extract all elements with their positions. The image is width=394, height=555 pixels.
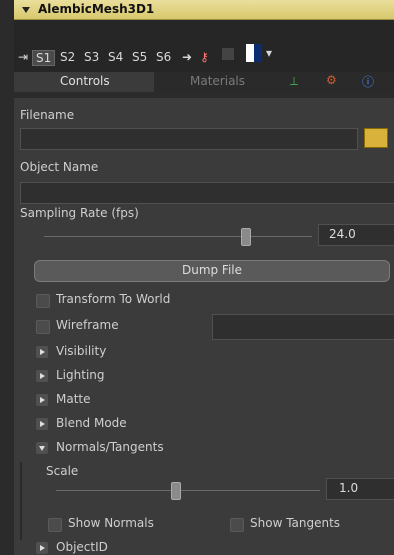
objectid-expand-icon[interactable] — [36, 542, 48, 554]
show-tangents-checkbox[interactable] — [230, 518, 244, 532]
sampling-rate-slider-track[interactable] — [44, 236, 312, 237]
slot-s3[interactable]: S3 — [84, 50, 99, 64]
sampling-rate-label: Sampling Rate (fps) — [20, 206, 139, 220]
normals-tangents-section[interactable]: Normals/Tangents — [56, 440, 164, 454]
slot-s1[interactable]: S1 — [32, 50, 56, 66]
normals-tangents-collapse-icon[interactable] — [36, 442, 48, 454]
tab-info[interactable]: ⓘ — [350, 72, 394, 92]
slot-s2[interactable]: S2 — [60, 50, 75, 64]
sampling-rate-value: 24.0 — [329, 227, 356, 241]
lighting-section[interactable]: Lighting — [56, 368, 105, 382]
dropdown-arrow-icon[interactable]: ▾ — [266, 46, 272, 60]
blend-mode-section[interactable]: Blend Mode — [56, 416, 127, 430]
arrow-icon[interactable]: ➜ — [182, 50, 192, 64]
visibility-expand-icon[interactable] — [36, 346, 48, 358]
tab-controls-label: Controls — [60, 74, 110, 88]
slot-s4[interactable]: S4 — [108, 50, 123, 64]
tab-materials-label: Materials — [190, 74, 246, 88]
sampling-rate-slider-thumb[interactable] — [241, 228, 251, 246]
pin-icon[interactable]: ⇥ — [18, 50, 28, 64]
transform-to-world-label: Transform To World — [56, 292, 171, 306]
matte-expand-icon[interactable] — [36, 394, 48, 406]
scale-slider-track[interactable] — [56, 490, 320, 491]
tab-materials[interactable]: Materials — [154, 72, 278, 92]
show-normals-label: Show Normals — [68, 516, 154, 530]
slot-s5[interactable]: S5 — [132, 50, 147, 64]
object-name-field[interactable] — [20, 182, 394, 204]
dump-file-button[interactable]: Dump File — [34, 260, 390, 282]
info-icon: ⓘ — [362, 75, 375, 89]
collapse-triangle-icon[interactable] — [22, 7, 30, 13]
key-icon[interactable]: ⚷ — [200, 50, 209, 64]
show-tangents-label: Show Tangents — [250, 516, 341, 530]
gear-icon: ⚙ — [326, 73, 337, 87]
transform-to-world-checkbox[interactable] — [36, 294, 50, 308]
scale-label: Scale — [46, 464, 79, 478]
dump-file-label: Dump File — [181, 263, 243, 277]
section-group-bar — [20, 462, 22, 540]
matte-section[interactable]: Matte — [56, 392, 91, 406]
gray-block-icon[interactable] — [222, 48, 234, 60]
lighting-expand-icon[interactable] — [36, 370, 48, 382]
tab-settings[interactable]: ⚙ — [314, 72, 350, 92]
tab-transform[interactable]: ⟂ — [278, 72, 314, 92]
folder-icon[interactable] — [364, 128, 388, 148]
objectid-section[interactable]: ObjectID — [56, 540, 108, 554]
scale-slider-thumb[interactable] — [170, 482, 181, 500]
node-title: AlembicMesh3D1 — [38, 2, 155, 16]
scale-field[interactable]: 1.0 — [326, 478, 394, 500]
wireframe-color-field[interactable] — [212, 314, 394, 340]
tab-controls[interactable]: Controls — [14, 72, 154, 92]
filename-field[interactable] — [20, 128, 358, 150]
blend-mode-expand-icon[interactable] — [36, 418, 48, 430]
wireframe-label: Wireframe — [56, 318, 119, 332]
scale-value: 1.0 — [339, 481, 359, 495]
show-normals-checkbox[interactable] — [48, 518, 62, 532]
node-title-bar[interactable]: AlembicMesh3D1 — [14, 0, 394, 20]
wireframe-checkbox[interactable] — [36, 320, 50, 334]
object-name-label: Object Name — [20, 160, 99, 174]
toolbar: ⇥ S1 S2 S3 S4 S5 S6 ➜ ⚷ ▾ Controls Mater… — [14, 20, 394, 92]
axis-icon: ⟂ — [290, 74, 299, 88]
visibility-section[interactable]: Visibility — [56, 344, 106, 358]
filename-label: Filename — [20, 108, 75, 122]
slot-s6[interactable]: S6 — [156, 50, 171, 64]
sampling-rate-field[interactable]: 24.0 — [318, 224, 394, 246]
color-swatch-icon[interactable] — [246, 44, 262, 62]
